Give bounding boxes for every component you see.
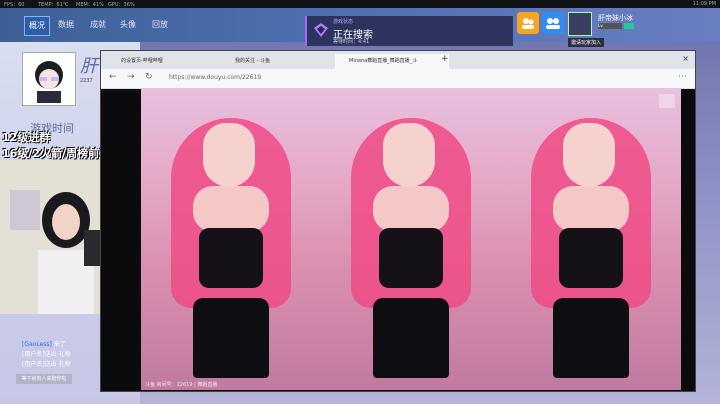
- menu-icon[interactable]: ⋯: [678, 72, 687, 82]
- cartoon-avatar-icon: [35, 61, 63, 103]
- fps-readout: FPS：60: [4, 2, 25, 8]
- refresh-icon[interactable]: ↻: [145, 72, 153, 82]
- temp-readout: TEMP：61℃: [38, 2, 69, 8]
- back-icon[interactable]: ←: [109, 72, 117, 82]
- video-frame-2: [321, 88, 501, 390]
- window-close-icon[interactable]: ×: [682, 54, 689, 63]
- stream-video[interactable]: 斗鱼 房间号：22619 | 舞蹈直播: [141, 88, 681, 390]
- avatar[interactable]: [568, 12, 592, 36]
- video-frame-1: [141, 88, 321, 390]
- tab-replay[interactable]: 回放: [148, 16, 172, 34]
- name-char: 肝: [80, 56, 98, 77]
- browser-tab-2[interactable]: 我的关注 - 斗鱼: [221, 54, 345, 69]
- profile-number: 2237: [80, 78, 93, 84]
- watermark-icon: [659, 94, 675, 108]
- address-bar: ← → ↻ https://www.douyu.com/22619 ⋯: [101, 69, 695, 89]
- matchmaking-notification[interactable]: 游戏状态 正在搜索 等待时间：4:41: [305, 16, 513, 46]
- overlay-text-1: 12级进群: [2, 131, 51, 144]
- link-button[interactable]: 等下就有人来陪你啦: [16, 374, 72, 384]
- tab-overview[interactable]: 概况: [24, 16, 50, 36]
- video-frame-3: [501, 88, 681, 390]
- profile-avatar[interactable]: [22, 52, 76, 106]
- status-strip: FPS：60 TEMP：61℃ MEM：41% GPU：36% 11:09 PM: [0, 0, 720, 8]
- group-icon: [546, 18, 560, 29]
- people-icon: [522, 18, 534, 29]
- invite-tip: 邀请玩家加入: [568, 38, 605, 47]
- clock: 11:09 PM: [692, 1, 716, 7]
- mem-readout: MEM：41%: [76, 2, 104, 8]
- notification-time: 等待时间：4:41: [333, 39, 370, 45]
- video-caption: 斗鱼 房间号：22619 | 舞蹈直播: [145, 382, 218, 388]
- user-card[interactable]: 肝帝妹小冰 Lv. 邀请玩家加入: [568, 12, 664, 48]
- username: 肝帝妹小冰: [598, 14, 633, 22]
- party-button[interactable]: [542, 12, 564, 34]
- status-badge: [624, 23, 634, 29]
- browser-tab-1[interactable]: 的设置页-哔哩哔哩: [107, 54, 231, 69]
- forward-icon[interactable]: →: [127, 72, 135, 82]
- tab-data[interactable]: 数据: [54, 16, 78, 34]
- friends-button[interactable]: [517, 12, 539, 34]
- gpu-readout: GPU：36%: [108, 2, 135, 8]
- browser-tab-3[interactable]: Minana舞蹈直播_舞蹈直播_斗: [335, 54, 449, 69]
- browser-window: 的设置页-哔哩哔哩 我的关注 - 斗鱼 Minana舞蹈直播_舞蹈直播_斗 + …: [100, 50, 696, 392]
- league-logo-icon: [314, 23, 328, 37]
- browser-tab-strip: 的设置页-哔哩哔哩 我的关注 - 斗鱼 Minana舞蹈直播_舞蹈直播_斗 + …: [101, 51, 695, 69]
- notification-label: 游戏状态: [333, 19, 354, 25]
- level-badge: Lv.: [598, 23, 622, 29]
- new-tab-button[interactable]: +: [441, 54, 449, 64]
- url-field[interactable]: https://www.douyu.com/22619: [169, 72, 369, 84]
- tab-avatar[interactable]: 头像: [116, 16, 140, 34]
- tab-achievements[interactable]: 成就: [86, 16, 110, 34]
